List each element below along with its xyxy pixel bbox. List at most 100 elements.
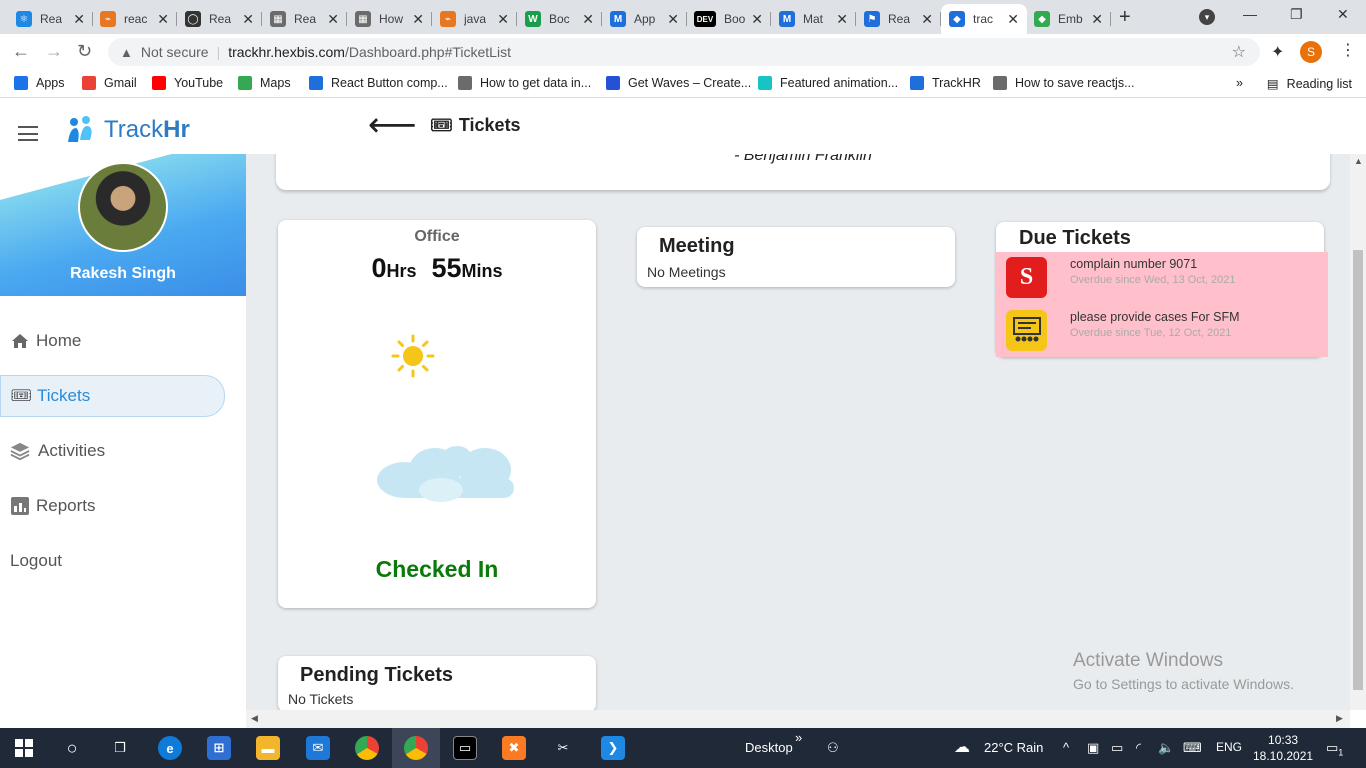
bookmark-star-icon[interactable]: ☆ [1232, 42, 1246, 62]
file-explorer-icon[interactable]: ▬ [256, 736, 280, 760]
profile-avatar[interactable]: S [1300, 41, 1322, 63]
tab-close-icon[interactable]: ✕ [73, 11, 85, 28]
minimize-icon[interactable]: — [1243, 6, 1257, 22]
terminal-icon[interactable]: ▭ [453, 736, 477, 760]
vertical-scrollbar[interactable]: ▲ [1350, 154, 1366, 710]
edge-icon[interactable]: e [158, 736, 182, 760]
toolbar-expand-icon[interactable]: » [795, 730, 802, 745]
desktop-toolbar-label[interactable]: Desktop [745, 740, 793, 755]
bookmark-item[interactable]: Featured animation... [758, 76, 898, 90]
extensions-icon[interactable]: ✦ [1271, 42, 1284, 62]
tab-close-icon[interactable]: ✕ [582, 11, 594, 28]
sidebar-item-logout[interactable]: Logout [0, 540, 226, 582]
reading-list-button[interactable]: ▤ Reading list [1267, 76, 1352, 92]
scroll-left-icon[interactable]: ◀ [251, 713, 258, 724]
tab-favicon-icon: ▦ [355, 11, 371, 27]
url-host[interactable]: trackhr.hexbis.com [228, 44, 345, 60]
browser-tab[interactable]: DEV Boo ✕ [686, 4, 771, 34]
scroll-up-icon[interactable]: ▲ [1354, 156, 1363, 166]
browser-tab[interactable]: ◯ Rea ✕ [177, 4, 262, 34]
due-ticket-row[interactable]: please provide cases For SFM Overdue sin… [1006, 310, 1326, 352]
browser-tab[interactable]: ◆ Emb ✕ [1026, 4, 1111, 34]
power-icon[interactable]: ▭ [1111, 740, 1123, 756]
weather-rain-icon[interactable]: ☁ [954, 737, 970, 757]
system-clock[interactable]: 10:33 18.10.2021 [1253, 732, 1313, 764]
browser-tab[interactable]: ▦ How ✕ [347, 4, 432, 34]
browser-tab[interactable]: ⚑ Rea ✕ [856, 4, 941, 34]
sidebar-item-reports[interactable]: Reports [0, 485, 226, 527]
tab-close-icon[interactable]: ✕ [412, 11, 424, 28]
menu-kebab-icon[interactable]: ⋮ [1340, 40, 1356, 60]
mail-icon[interactable]: ✉ [306, 736, 330, 760]
back-nav-icon[interactable]: ← [12, 41, 30, 62]
people-icon[interactable]: ⚇ [827, 740, 839, 756]
bookmark-item[interactable]: Apps [14, 76, 65, 90]
browser-tab[interactable]: W Boc ✕ [517, 4, 602, 34]
horizontal-scrollbar[interactable]: ◀ ▶ [246, 710, 1350, 728]
address-bar[interactable]: ▲ Not secure | trackhr.hexbis.com/Dashbo… [108, 38, 1260, 66]
browser-tab[interactable]: ▦ Rea ✕ [262, 4, 347, 34]
browser-tab[interactable]: ⚛ Rea ✕ [8, 4, 93, 34]
due-ticket-row[interactable]: S complain number 9071 Overdue since Wed… [1006, 257, 1326, 299]
weather-text[interactable]: 22°C Rain [984, 740, 1043, 755]
not-secure-label[interactable]: Not secure [141, 44, 209, 60]
browser-tab[interactable]: M Mat ✕ [771, 4, 856, 34]
sidebar-item-home[interactable]: Home [0, 320, 226, 362]
xampp-icon[interactable]: ✖ [502, 736, 526, 760]
tab-search-icon[interactable]: ▾ [1199, 9, 1215, 25]
vscode-icon[interactable]: ❯ [601, 736, 625, 760]
tab-close-icon[interactable]: ✕ [497, 11, 509, 28]
tab-close-icon[interactable]: ✕ [1091, 11, 1103, 28]
tab-close-icon[interactable]: ✕ [836, 11, 848, 28]
tab-close-icon[interactable]: ✕ [751, 11, 763, 28]
forward-nav-icon[interactable]: → [45, 41, 63, 62]
sidebar-item-tickets[interactable]: 🎟 Tickets [0, 375, 225, 417]
keyboard-icon[interactable]: ⌨ [1183, 740, 1202, 756]
bookmark-item[interactable]: Get Waves – Create... [606, 76, 751, 90]
url-path[interactable]: /Dashboard.php#TicketList [345, 44, 511, 60]
bookmark-item[interactable]: TrackHR [910, 76, 981, 90]
bookmark-item[interactable]: YouTube [152, 76, 223, 90]
bookmark-item[interactable]: Gmail [82, 76, 137, 90]
browser-tab[interactable]: ⌁ reac ✕ [92, 4, 177, 34]
new-tab-button[interactable]: + [1119, 6, 1131, 29]
volume-icon[interactable]: 🔈 [1158, 740, 1174, 756]
tray-icon-1[interactable]: ▣ [1087, 740, 1099, 756]
tab-close-icon[interactable]: ✕ [157, 11, 169, 28]
search-icon[interactable]: ○ [60, 736, 84, 760]
restore-icon[interactable]: ❐ [1290, 6, 1303, 23]
tab-title: Emb [1058, 12, 1083, 26]
bookmark-item[interactable]: React Button comp... [309, 76, 448, 90]
snipping-tool-icon[interactable]: ✂ [551, 736, 575, 760]
hamburger-menu-icon[interactable] [18, 126, 38, 141]
more-bookmarks-button[interactable]: » [1236, 76, 1243, 90]
tab-close-icon[interactable]: ✕ [242, 11, 254, 28]
scroll-right-icon[interactable]: ▶ [1336, 713, 1343, 724]
windows-start-icon[interactable] [12, 736, 36, 760]
chrome-profile-icon[interactable] [404, 736, 428, 760]
scroll-thumb[interactable] [1353, 250, 1363, 690]
store-icon[interactable]: ⊞ [207, 736, 231, 760]
browser-tab[interactable]: ⌁ java ✕ [432, 4, 517, 34]
notification-center-icon[interactable]: ▭1 [1326, 740, 1343, 758]
task-view-icon[interactable]: ❒ [108, 736, 132, 760]
tab-close-icon[interactable]: ✕ [327, 11, 339, 28]
wifi-icon[interactable]: ◜ [1136, 740, 1141, 756]
sidebar-item-activities[interactable]: Activities [0, 430, 226, 472]
brand-logo[interactable]: TrackHr [64, 114, 190, 146]
back-arrow-icon[interactable]: ⟵ [368, 108, 417, 142]
warning-icon[interactable]: ▲ [120, 45, 133, 60]
reload-icon[interactable]: ↻ [77, 41, 92, 62]
chrome-icon[interactable] [355, 736, 379, 760]
bookmark-item[interactable]: Maps [238, 76, 291, 90]
bookmark-item[interactable]: How to get data in... [458, 76, 591, 90]
tray-expand-icon[interactable]: ^ [1063, 740, 1069, 755]
close-window-icon[interactable]: ✕ [1337, 6, 1349, 23]
browser-tab[interactable]: M App ✕ [602, 4, 687, 34]
browser-tab[interactable]: ◆ trac ✕ [941, 4, 1027, 34]
tab-close-icon[interactable]: ✕ [921, 11, 933, 28]
bookmark-item[interactable]: How to save reactjs... [993, 76, 1135, 90]
tab-close-icon[interactable]: ✕ [667, 11, 679, 28]
tab-close-icon[interactable]: ✕ [1007, 11, 1019, 28]
language-indicator[interactable]: ENG [1216, 740, 1242, 754]
